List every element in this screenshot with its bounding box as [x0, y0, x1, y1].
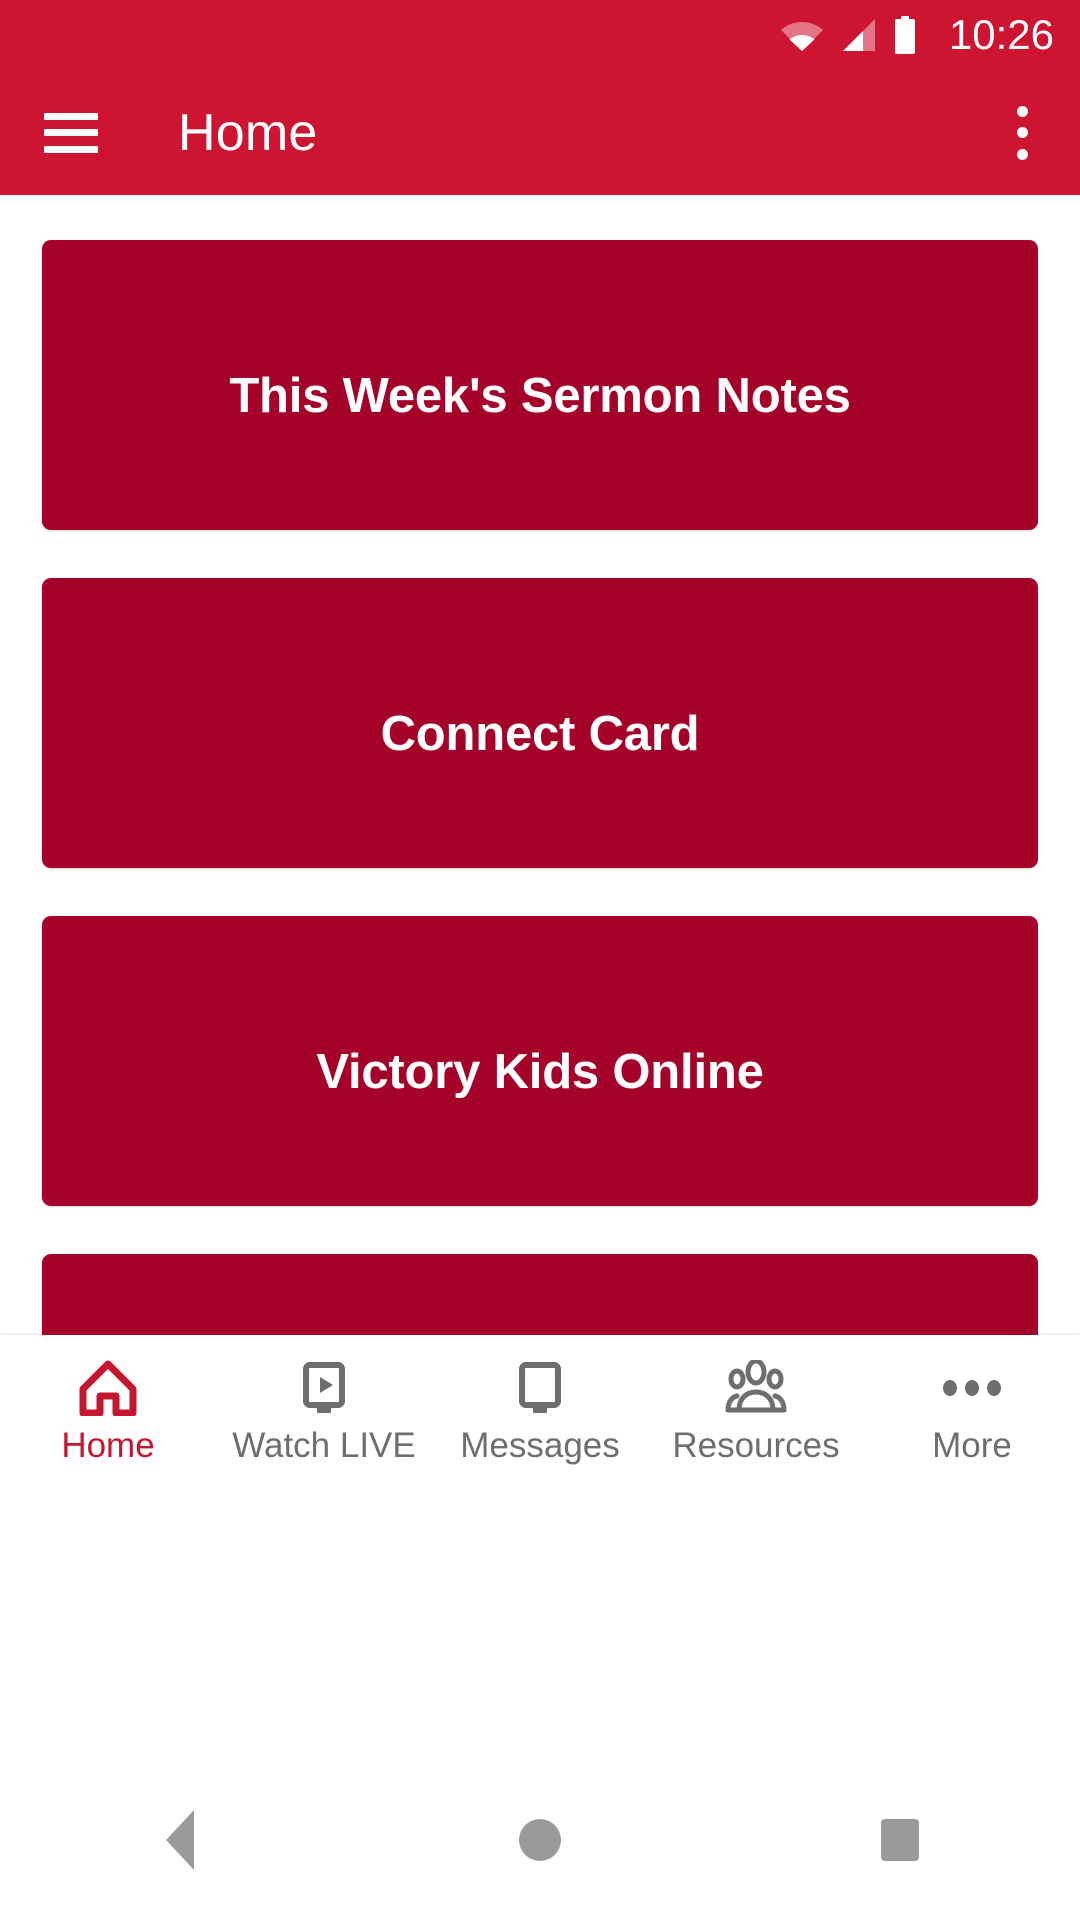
- card-sermon-notes[interactable]: This Week's Sermon Notes: [42, 240, 1038, 530]
- tv-play-icon: [295, 1357, 353, 1419]
- android-system-navigation: [0, 1760, 1080, 1920]
- nav-item-more[interactable]: More: [864, 1335, 1080, 1463]
- home-icon: [79, 1357, 137, 1419]
- wifi-icon: [780, 22, 823, 51]
- status-time: 10:26: [948, 11, 1054, 58]
- recents-square-icon[interactable]: [840, 1785, 960, 1895]
- bottom-nav-row: Home Watch LIVE Messages Resources More: [0, 1335, 1080, 1485]
- people-icon: [725, 1357, 787, 1419]
- bottom-navigation-bar: Home Watch LIVE Messages Resources More: [0, 1335, 1080, 1760]
- hamburger-menu-icon[interactable]: [44, 112, 98, 153]
- card-label: This Week's Sermon Notes: [229, 369, 851, 423]
- back-triangle-icon[interactable]: [120, 1785, 240, 1895]
- more-horiz-icon: [941, 1357, 1003, 1419]
- app-bar: Home: [0, 70, 1080, 195]
- page-title: Home: [178, 103, 318, 162]
- nav-item-messages[interactable]: Messages: [432, 1335, 648, 1463]
- card-partially-visible[interactable]: [42, 1254, 1038, 1335]
- nav-label: More: [932, 1426, 1012, 1465]
- status-bar: 10:26: [0, 0, 1080, 70]
- card-label: Connect Card: [380, 707, 700, 761]
- card-connect-card[interactable]: Connect Card: [42, 578, 1038, 868]
- nav-label: Home: [61, 1426, 155, 1465]
- battery-icon: [894, 16, 915, 54]
- main-content: This Week's Sermon Notes Connect Card Vi…: [0, 195, 1080, 1335]
- status-icon-group: 10:26: [780, 11, 1054, 58]
- monitor-icon: [511, 1357, 569, 1419]
- nav-label: Resources: [672, 1426, 840, 1465]
- card-list: This Week's Sermon Notes Connect Card Vi…: [0, 195, 1080, 1335]
- phone-screen: 10:26 Home This Week's Sermon Notes Conn…: [0, 0, 1080, 1920]
- nav-item-watch-live[interactable]: Watch LIVE: [216, 1335, 432, 1463]
- cellular-signal-icon: [842, 19, 875, 51]
- nav-label: Watch LIVE: [232, 1426, 416, 1465]
- home-circle-icon[interactable]: [480, 1785, 600, 1895]
- nav-item-resources[interactable]: Resources: [648, 1335, 864, 1463]
- card-label: Victory Kids Online: [316, 1045, 764, 1099]
- card-victory-kids-online[interactable]: Victory Kids Online: [42, 916, 1038, 1206]
- nav-item-home[interactable]: Home: [0, 1335, 216, 1463]
- nav-label: Messages: [460, 1426, 620, 1465]
- more-vert-icon[interactable]: [1002, 105, 1042, 160]
